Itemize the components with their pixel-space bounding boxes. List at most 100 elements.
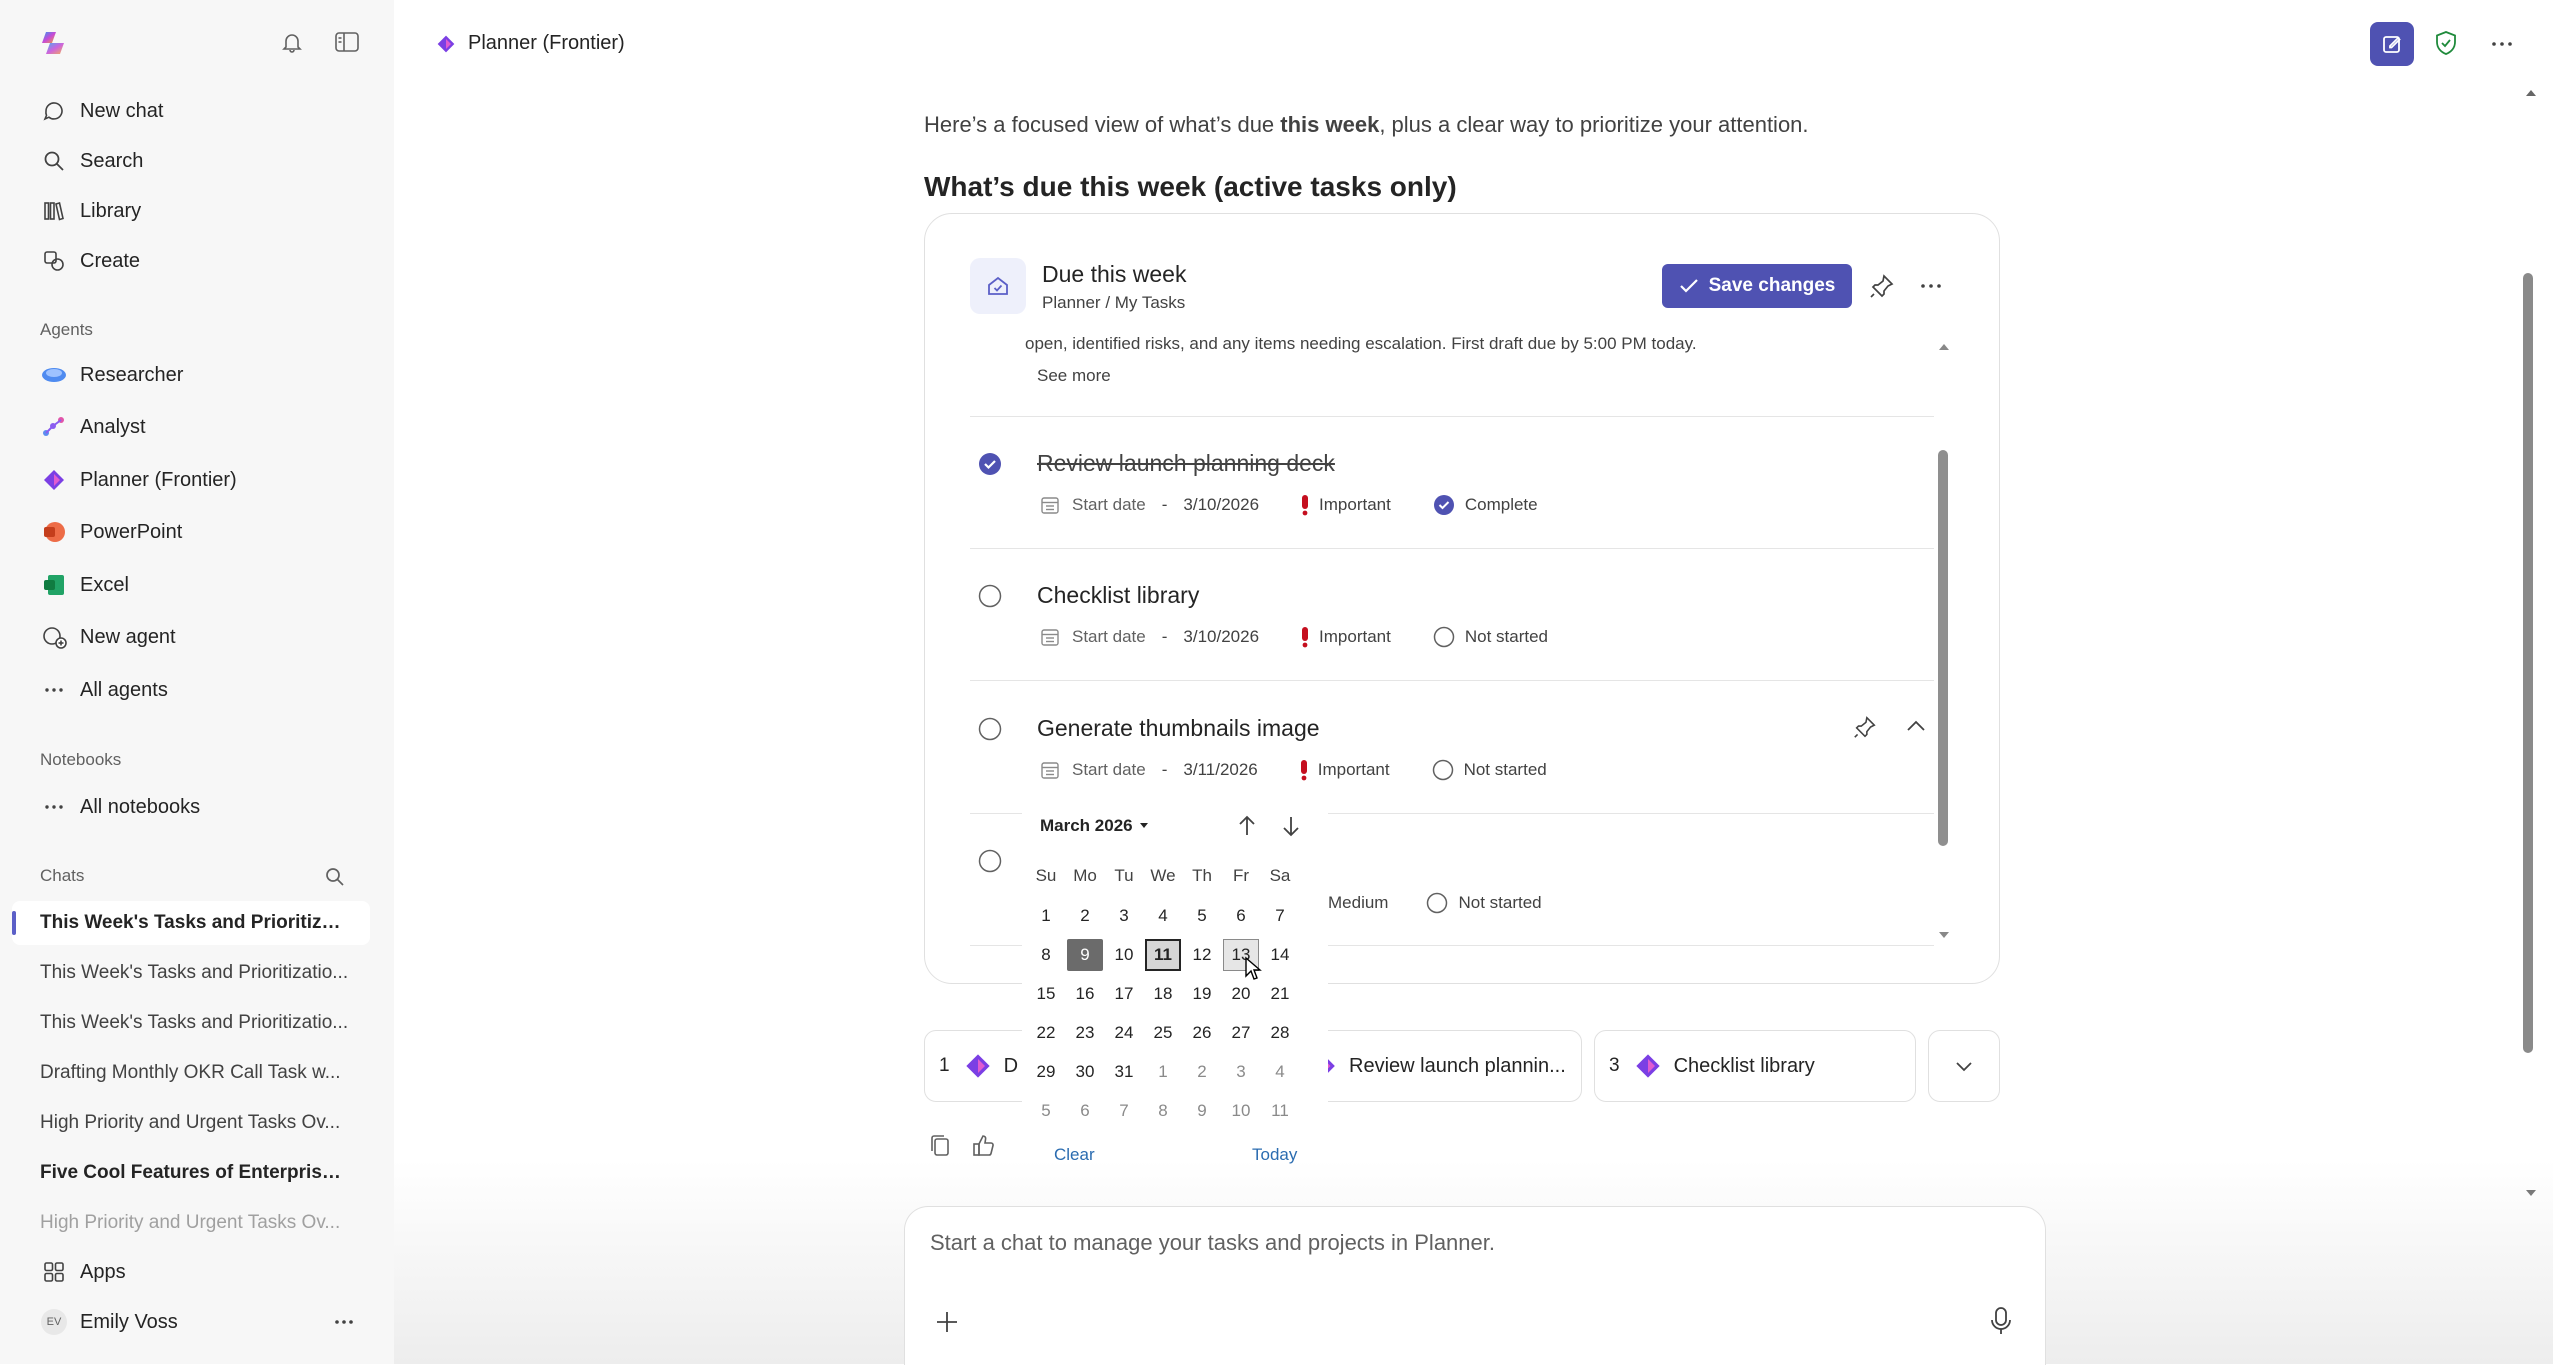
calendar-day[interactable]: 2	[1067, 900, 1103, 932]
shield-check-icon[interactable]	[2434, 30, 2458, 56]
user-profile[interactable]: EV Emily Voss	[40, 1302, 178, 1342]
task-title[interactable]: Generate thumbnails image	[1037, 715, 1320, 742]
month-selector[interactable]: March 2026	[1040, 816, 1149, 836]
nav-new-chat[interactable]: New chat	[40, 91, 163, 131]
user-more-icon[interactable]	[332, 1312, 356, 1332]
chat-item[interactable]: Drafting Monthly OKR Call Task w...	[40, 1062, 350, 1084]
calendar-day[interactable]: 21	[1262, 978, 1298, 1010]
calendar-day-selected[interactable]: 9	[1067, 939, 1103, 971]
calendar-day[interactable]: 12	[1184, 939, 1220, 971]
composer-input[interactable]: Start a chat to manage your tasks and pr…	[930, 1230, 1495, 1256]
agent-planner[interactable]: Planner (Frontier)	[40, 460, 237, 500]
agent-analyst[interactable]: Analyst	[40, 407, 146, 447]
calendar-day[interactable]: 9	[1184, 1095, 1220, 1127]
calendar-day[interactable]: 30	[1067, 1056, 1103, 1088]
start-date-label[interactable]: Start date	[1072, 627, 1146, 647]
calendar-day[interactable]: 7	[1106, 1095, 1142, 1127]
expand-sources-button[interactable]	[1928, 1030, 2000, 1102]
due-date[interactable]: 3/11/2026	[1183, 760, 1257, 780]
calendar-day[interactable]: 10	[1106, 939, 1142, 971]
task-checkbox[interactable]	[978, 849, 1002, 873]
calendar-day[interactable]: 11	[1262, 1095, 1298, 1127]
calendar-day[interactable]: 5	[1028, 1095, 1064, 1127]
calendar-day[interactable]: 22	[1028, 1017, 1064, 1049]
calendar-day[interactable]: 15	[1028, 978, 1064, 1010]
chat-item[interactable]: This Week's Tasks and Prioritizatio...	[40, 1012, 350, 1034]
scroll-down-arrow-icon[interactable]	[1937, 930, 1951, 940]
task-checkbox[interactable]	[978, 584, 1002, 608]
card-more-icon[interactable]	[1918, 276, 1944, 296]
task-title[interactable]: Review launch planning deck	[1037, 450, 1335, 477]
calendar-day[interactable]: 18	[1145, 978, 1181, 1010]
calendar-day[interactable]: 19	[1184, 978, 1220, 1010]
agent-new[interactable]: New agent	[40, 617, 176, 657]
calendar-day[interactable]: 3	[1106, 900, 1142, 932]
calendar-day[interactable]: 28	[1262, 1017, 1298, 1049]
calendar-day[interactable]: 26	[1184, 1017, 1220, 1049]
calendar-day[interactable]: 1	[1028, 900, 1064, 932]
calendar-day[interactable]: 27	[1223, 1017, 1259, 1049]
next-month-arrow-icon[interactable]	[1280, 814, 1302, 838]
calendar-day[interactable]: 16	[1067, 978, 1103, 1010]
scroll-up-arrow-icon[interactable]	[1937, 342, 1951, 352]
card-scrollbar-thumb[interactable]	[1938, 450, 1948, 846]
calendar-day[interactable]: 14	[1262, 939, 1298, 971]
calendar-day[interactable]: 2	[1184, 1056, 1220, 1088]
task-checkbox[interactable]	[978, 717, 1002, 741]
source-card[interactable]: 2 Review launch plannin...	[1300, 1030, 1582, 1102]
search-chats-icon[interactable]	[324, 866, 346, 888]
calendar-day[interactable]: 4	[1145, 900, 1181, 932]
priority-label[interactable]: Important	[1319, 627, 1391, 647]
thumbs-up-icon[interactable]	[972, 1133, 996, 1159]
calendar-day[interactable]: 6	[1223, 900, 1259, 932]
source-card[interactable]: 3 Checklist library	[1594, 1030, 1916, 1102]
calendar-day[interactable]: 29	[1028, 1056, 1064, 1088]
nav-create[interactable]: Create	[40, 241, 140, 281]
new-chat-button[interactable]	[2370, 22, 2414, 66]
pin-icon[interactable]	[1868, 272, 1896, 300]
save-changes-button[interactable]: Save changes	[1662, 264, 1852, 308]
task-checkbox-checked[interactable]	[978, 452, 1002, 476]
calendar-day[interactable]: 3	[1223, 1056, 1259, 1088]
calendar-day[interactable]: 1	[1145, 1056, 1181, 1088]
start-date-label[interactable]: Start date	[1072, 495, 1146, 515]
calendar-day[interactable]: 24	[1106, 1017, 1142, 1049]
status-label[interactable]: Not started	[1458, 893, 1541, 913]
microphone-icon[interactable]	[1990, 1306, 2012, 1336]
chevron-up-icon[interactable]	[1905, 718, 1927, 734]
notifications-bell-icon[interactable]	[280, 30, 304, 54]
apps-link[interactable]: Apps	[40, 1252, 126, 1292]
copilot-logo-icon[interactable]	[40, 30, 66, 56]
page-scroll-up-icon[interactable]	[2524, 88, 2538, 98]
calendar-day[interactable]: 4	[1262, 1056, 1298, 1088]
calendar-day[interactable]: 31	[1106, 1056, 1142, 1088]
calendar-day[interactable]: 23	[1067, 1017, 1103, 1049]
task-pin-icon[interactable]	[1852, 714, 1878, 740]
collapse-sidebar-icon[interactable]	[334, 30, 360, 54]
calendar-day[interactable]: 8	[1145, 1095, 1181, 1127]
nav-library[interactable]: Library	[40, 191, 141, 231]
calendar-day[interactable]: 10	[1223, 1095, 1259, 1127]
see-more-link[interactable]: See more	[1037, 366, 1111, 386]
calendar-day[interactable]: 20	[1223, 978, 1259, 1010]
chat-item[interactable]: High Priority and Urgent Tasks Ov...	[40, 1212, 350, 1234]
status-label[interactable]: Not started	[1464, 760, 1547, 780]
priority-label[interactable]: Important	[1318, 760, 1390, 780]
chat-item[interactable]: This Week's Tasks and Prioritizati...	[40, 912, 350, 934]
calendar-day-today[interactable]: 11	[1145, 939, 1181, 971]
page-scrollbar-thumb[interactable]	[2523, 273, 2533, 1053]
status-label[interactable]: Complete	[1465, 495, 1538, 515]
chat-item[interactable]: Five Cool Features of Enterprise ...	[40, 1162, 350, 1184]
start-date-label[interactable]: Start date	[1072, 760, 1146, 780]
task-title[interactable]: Checklist library	[1037, 582, 1199, 609]
agent-excel[interactable]: Excel	[40, 565, 129, 605]
source-card[interactable]: 1 D	[924, 1030, 1036, 1102]
previous-month-arrow-icon[interactable]	[1236, 814, 1258, 838]
copy-icon[interactable]	[928, 1133, 952, 1159]
nav-search[interactable]: Search	[40, 141, 143, 181]
priority-label[interactable]: Medium	[1328, 893, 1388, 913]
calendar-day[interactable]: 5	[1184, 900, 1220, 932]
due-date[interactable]: 3/10/2026	[1183, 495, 1259, 515]
agent-all[interactable]: All agents	[40, 670, 168, 710]
due-date[interactable]: 3/10/2026	[1183, 627, 1259, 647]
